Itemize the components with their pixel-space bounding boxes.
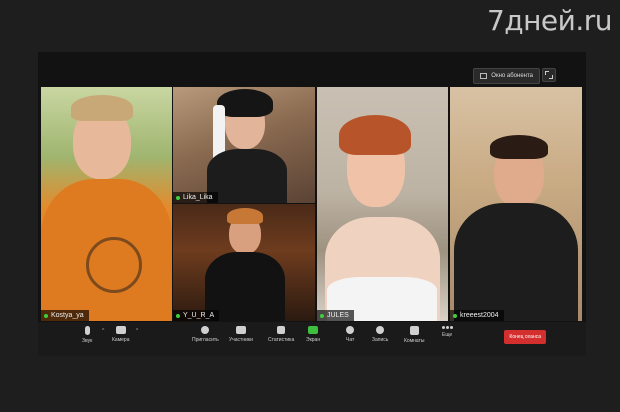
video-label: Камера bbox=[112, 337, 130, 343]
video-button[interactable]: Камера bbox=[112, 326, 129, 343]
mic-active-icon bbox=[320, 313, 324, 318]
grid-icon bbox=[409, 326, 419, 335]
window-topbar: Окно абонента bbox=[38, 52, 586, 86]
speaker-view-label: Окно абонента bbox=[491, 73, 533, 79]
video-tile-kreeest[interactable]: kreeest2004 bbox=[450, 87, 582, 321]
site-watermark: 7дней.ru bbox=[486, 4, 613, 37]
mic-active-icon bbox=[44, 313, 48, 318]
participants-label: Участники bbox=[229, 337, 253, 343]
meeting-toolbar: Звук ^ Камера ^ Пригласить Участники Ста… bbox=[38, 322, 586, 356]
breakout-rooms-button[interactable]: Комнаты bbox=[404, 326, 424, 344]
mic-active-icon bbox=[176, 313, 180, 318]
share-screen-label: Экран bbox=[306, 337, 321, 343]
more-label: Еще bbox=[442, 332, 453, 338]
share-screen-button[interactable]: Экран bbox=[306, 326, 320, 343]
chat-bubble-icon bbox=[346, 326, 355, 334]
video-call-window: Окно абонента Kostya_ya Lika_Lika Y_U_R_… bbox=[38, 52, 586, 356]
audio-button[interactable]: Звук bbox=[82, 326, 92, 344]
record-label: Запись bbox=[372, 337, 389, 343]
participant-name: Lika_Lika bbox=[183, 194, 213, 201]
chat-button[interactable]: Чат bbox=[346, 326, 354, 343]
users-icon bbox=[235, 326, 246, 334]
participant-name: Kostya_ya bbox=[51, 312, 84, 319]
camera-icon bbox=[115, 326, 126, 334]
video-tile-kostya[interactable]: Kostya_ya bbox=[41, 87, 172, 321]
record-button[interactable]: Запись bbox=[372, 326, 388, 343]
invite-button[interactable]: Пригласить bbox=[192, 326, 219, 343]
participant-name-tag: kreeest2004 bbox=[450, 310, 504, 321]
chat-label: Чат bbox=[346, 337, 355, 343]
stats-label: Статистика bbox=[268, 337, 295, 343]
record-icon bbox=[376, 326, 385, 334]
participant-name: JULES bbox=[327, 312, 349, 319]
participant-name-tag: JULES bbox=[317, 310, 354, 321]
grid-icon bbox=[480, 73, 488, 79]
fullscreen-icon[interactable] bbox=[542, 68, 556, 82]
bar-chart-icon bbox=[277, 326, 286, 334]
stats-button[interactable]: Статистика bbox=[268, 326, 294, 343]
more-dots-icon bbox=[445, 326, 449, 329]
participant-name: Y_U_R_A bbox=[183, 312, 215, 319]
end-meeting-button[interactable]: Конец сеанса bbox=[504, 330, 546, 344]
video-tile-lika[interactable]: Lika_Lika bbox=[173, 87, 315, 203]
mic-active-icon bbox=[176, 195, 180, 200]
invite-label: Пригласить bbox=[192, 337, 219, 343]
video-tile-yura[interactable]: Y_U_R_A bbox=[173, 204, 315, 321]
participants-button[interactable]: Участники bbox=[229, 326, 253, 343]
speaker-view-button[interactable]: Окно абонента bbox=[473, 68, 540, 84]
participant-name-tag: Y_U_R_A bbox=[173, 310, 220, 321]
participant-name-tag: Lika_Lika bbox=[173, 192, 218, 203]
add-user-icon bbox=[201, 326, 210, 334]
share-screen-icon bbox=[308, 326, 319, 334]
microphone-icon bbox=[84, 326, 90, 335]
video-options-chevron-icon[interactable]: ^ bbox=[136, 328, 138, 334]
more-button[interactable]: Еще bbox=[442, 326, 452, 338]
participant-name: kreeest2004 bbox=[460, 312, 499, 319]
breakout-rooms-label: Комнаты bbox=[404, 338, 425, 344]
mic-active-icon bbox=[453, 313, 457, 318]
audio-options-chevron-icon[interactable]: ^ bbox=[102, 328, 104, 334]
audio-label: Звук bbox=[82, 338, 93, 344]
video-tile-jules[interactable]: JULES bbox=[317, 87, 448, 321]
participant-name-tag: Kostya_ya bbox=[41, 310, 89, 321]
